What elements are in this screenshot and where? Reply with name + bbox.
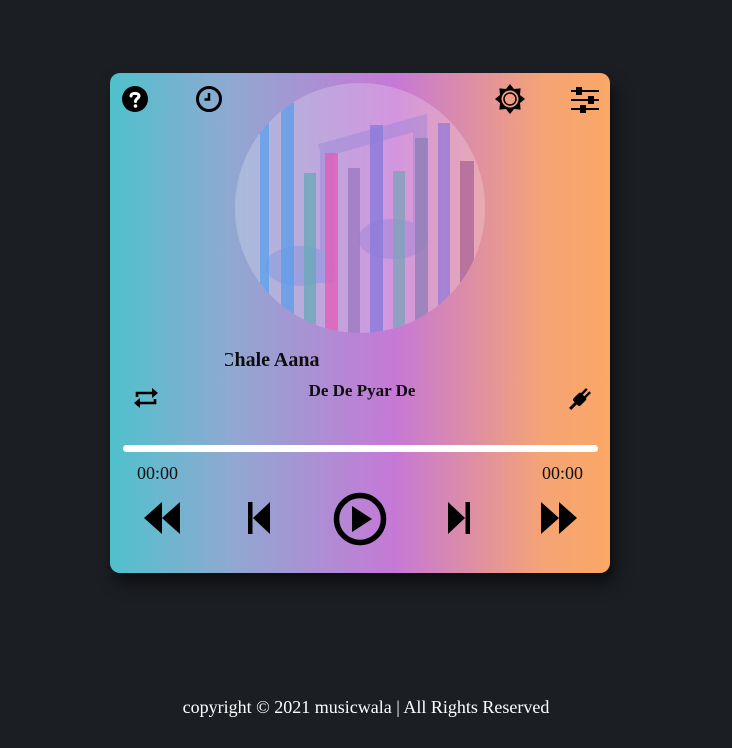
help-button[interactable]: [121, 85, 149, 113]
total-duration: 00:00: [541, 463, 583, 483]
theme-toggle-button[interactable]: [494, 83, 526, 115]
current-time: 00:00: [137, 463, 179, 483]
plug-button[interactable]: [566, 385, 594, 413]
progress-bar[interactable]: [123, 445, 598, 452]
previous-button[interactable]: [247, 500, 271, 536]
sliders-icon: [571, 87, 599, 113]
music-player-card: Chale Aana De De Pyar De 00:00 00:00: [110, 73, 610, 573]
footer-copyright: copyright © 2021 musicwala | All Rights …: [182, 697, 550, 717]
next-button[interactable]: [447, 500, 471, 536]
fast-rewind-button[interactable]: [143, 500, 181, 536]
plug-icon: [569, 388, 591, 410]
clock-icon: [196, 86, 222, 112]
repeat-icon: [134, 388, 158, 408]
album-art: [235, 83, 485, 333]
settings-button[interactable]: [570, 86, 600, 114]
artist-name: De De Pyar De: [308, 381, 416, 400]
skip-previous-icon: [248, 502, 270, 534]
skip-next-icon: [448, 502, 470, 534]
song-title: Chale Aana: [225, 349, 320, 371]
fast-rewind-icon: [144, 502, 180, 534]
history-button[interactable]: [195, 85, 223, 113]
progress-fill: [123, 445, 598, 452]
sun-icon: [495, 84, 525, 114]
music-note-art: [260, 103, 474, 333]
fast-forward-icon: [541, 502, 577, 534]
play-button[interactable]: [332, 492, 388, 546]
question-circle-icon: [122, 86, 148, 112]
fast-forward-button[interactable]: [540, 500, 578, 536]
play-circle-icon: [333, 492, 387, 546]
repeat-button[interactable]: [133, 385, 159, 411]
